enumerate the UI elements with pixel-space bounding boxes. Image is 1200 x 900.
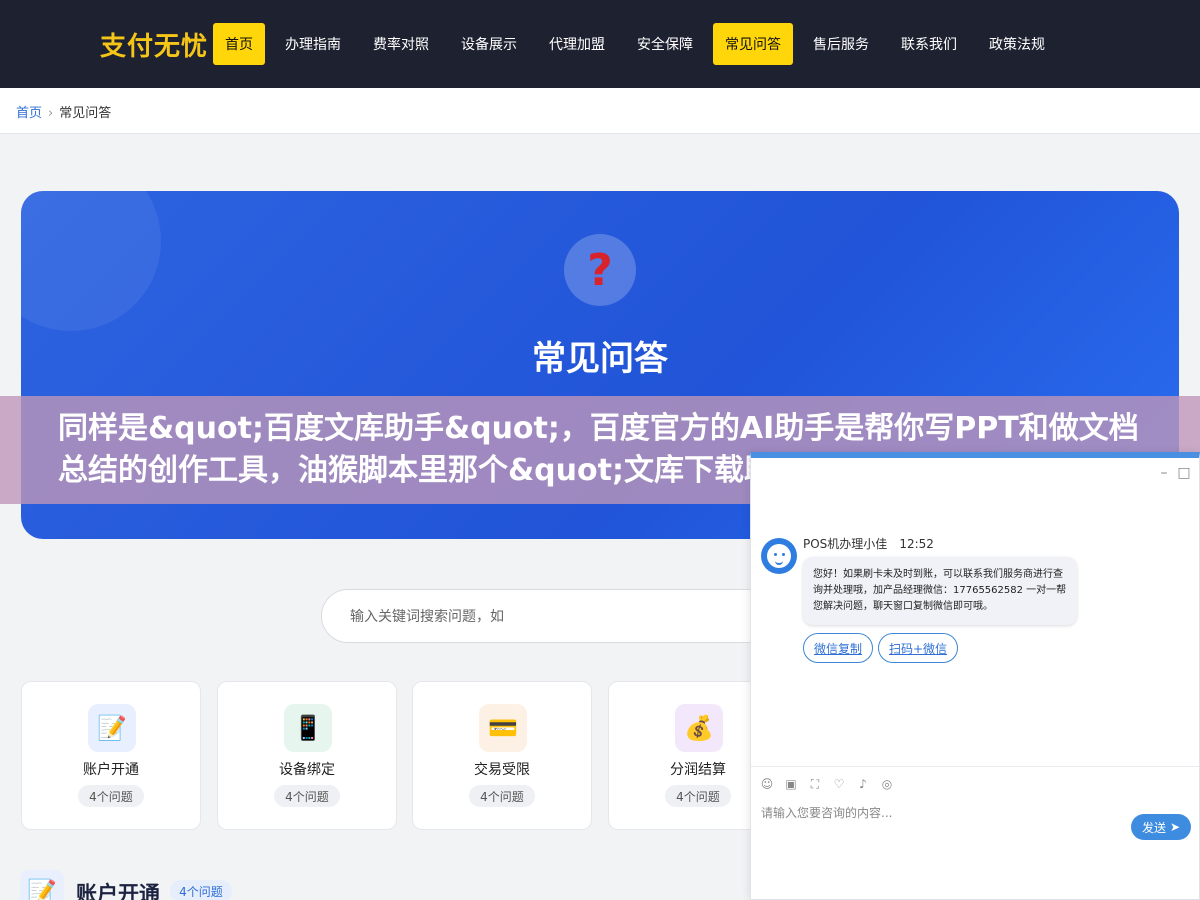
category-count-badge: 4个问题	[665, 785, 731, 807]
category-card-device[interactable]: 📱 设备绑定 4个问题	[217, 681, 397, 830]
copy-wechat-button[interactable]: 微信复制	[803, 633, 874, 663]
site-logo[interactable]: 支付无忧	[100, 26, 208, 63]
category-count-badge: 4个问题	[469, 785, 535, 807]
image-icon[interactable]: ▣	[783, 776, 799, 792]
category-label: 账户开通	[83, 762, 139, 778]
nav-devices[interactable]: 设备展示	[449, 23, 529, 65]
breadcrumb-bar: 首页 › 常见问答	[0, 88, 1200, 134]
breadcrumb-home[interactable]: 首页	[16, 106, 42, 121]
agent-name: POS机办理小佳	[803, 537, 888, 551]
category-count-badge: 4个问题	[78, 785, 144, 807]
mute-icon[interactable]: ♪	[855, 776, 871, 792]
hero-decoration	[21, 191, 161, 331]
emoji-icon[interactable]: ☺	[759, 776, 775, 792]
nav-after-sales[interactable]: 售后服务	[801, 23, 881, 65]
wechat-icon[interactable]: ◎	[879, 776, 895, 792]
memo-icon: 📝	[20, 870, 64, 900]
screenshot-icon[interactable]: ⛶	[807, 776, 823, 792]
search-input[interactable]	[350, 605, 750, 629]
send-label: 发送	[1141, 820, 1166, 835]
question-mark-icon: ?	[564, 234, 636, 306]
chat-widget: – □ POS机办理小佳 12:52 您好！如果刷卡未及时到账，可以联系我们服务商…	[750, 452, 1200, 900]
chat-message-bubble: 您好！如果刷卡未及时到账，可以联系我们服务商进行查询并处理哦，加产品经理微信：1…	[803, 557, 1077, 625]
category-label: 交易受限	[474, 762, 530, 778]
nav-security[interactable]: 安全保障	[625, 23, 705, 65]
breadcrumb-separator: ›	[48, 106, 54, 121]
section-count-badge: 4个问题	[170, 880, 232, 900]
main-nav: 首页 办理指南 费率对照 设备展示 代理加盟 安全保障 常见问答 售后服务 联系…	[213, 23, 1065, 65]
rating-icon[interactable]: ♡	[831, 776, 847, 792]
send-arrow-icon: ➤	[1169, 820, 1181, 834]
credit-card-icon: 💳	[479, 704, 527, 752]
nav-agency[interactable]: 代理加盟	[537, 23, 617, 65]
chat-divider	[751, 766, 1199, 767]
agent-avatar	[761, 538, 797, 574]
message-time: 12:52	[899, 537, 934, 551]
top-navigation: 支付无忧 首页 办理指南 费率对照 设备展示 代理加盟 安全保障 常见问答 售后…	[0, 0, 1200, 88]
breadcrumb: 首页 › 常见问答	[16, 102, 111, 121]
nav-contact[interactable]: 联系我们	[889, 23, 969, 65]
breadcrumb-current: 常见问答	[59, 106, 112, 121]
money-bag-icon: 💰	[675, 704, 723, 752]
category-card-account[interactable]: 📝 账户开通 4个问题	[21, 681, 201, 830]
category-card-transaction[interactable]: 💳 交易受限 4个问题	[412, 681, 592, 830]
minimize-icon[interactable]: –	[1157, 466, 1171, 480]
section-title: 账户开通	[76, 882, 160, 900]
category-count-badge: 4个问题	[274, 785, 340, 807]
hero-title: 常见问答	[532, 339, 668, 379]
send-button[interactable]: 发送 ➤	[1131, 814, 1191, 840]
category-label: 设备绑定	[279, 762, 335, 778]
nav-guide[interactable]: 办理指南	[273, 23, 353, 65]
memo-icon: 📝	[88, 704, 136, 752]
nav-faq[interactable]: 常见问答	[713, 23, 793, 65]
phone-icon: 📱	[284, 704, 332, 752]
maximize-icon[interactable]: □	[1177, 466, 1191, 480]
nav-rates[interactable]: 费率对照	[361, 23, 441, 65]
chat-message-header: POS机办理小佳 12:52	[803, 535, 934, 552]
chat-message-input[interactable]	[761, 804, 1121, 864]
scan-wechat-button[interactable]: 扫码+微信	[878, 633, 959, 663]
nav-policy[interactable]: 政策法规	[977, 23, 1057, 65]
chat-toolbar: ☺ ▣ ⛶ ♡ ♪ ◎	[759, 776, 903, 792]
nav-home[interactable]: 首页	[213, 23, 265, 65]
